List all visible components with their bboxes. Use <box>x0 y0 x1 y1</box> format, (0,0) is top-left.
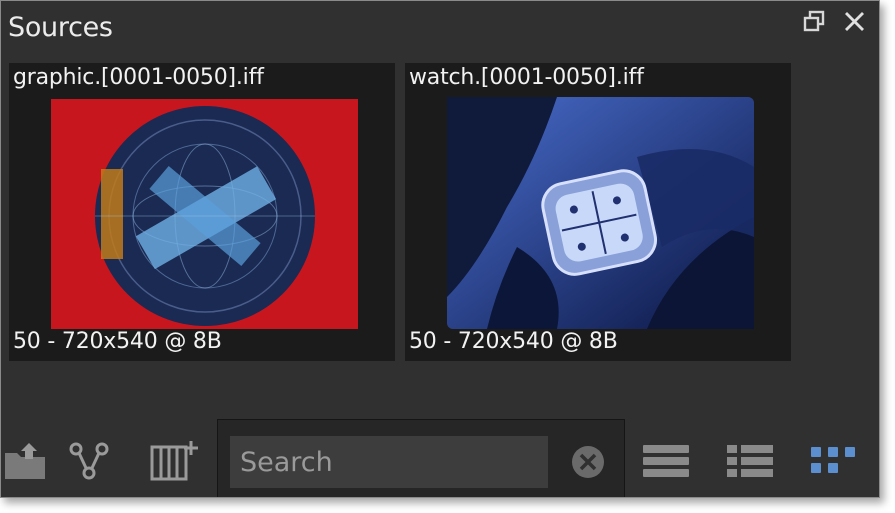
source-name: watch.[0001-0050].iff <box>409 65 644 90</box>
thumbnail-view-icon[interactable] <box>809 439 855 483</box>
close-icon[interactable] <box>841 7 869 37</box>
source-name: graphic.[0001-0050].iff <box>13 65 264 90</box>
search-input[interactable] <box>230 436 548 488</box>
panel-title: Sources <box>8 12 113 43</box>
source-thumbnail[interactable]: graphic.[0001-0050].iff 50 - 720x540 @ 8… <box>9 63 395 361</box>
restore-window-icon[interactable] <box>801 7 829 37</box>
source-info: 50 - 720x540 @ 8B <box>13 329 222 354</box>
panel-title-bar[interactable]: Sources <box>1 1 879 55</box>
bottom-toolbar <box>1 419 879 497</box>
clear-search-icon[interactable] <box>570 444 606 480</box>
source-thumbnail[interactable]: watch.[0001-0050].iff 50 - 720x540 @ 8B <box>405 63 791 361</box>
detail-list-view-icon[interactable] <box>725 439 773 483</box>
add-clip-icon[interactable] <box>149 439 198 483</box>
import-folder-icon[interactable] <box>3 439 49 483</box>
source-info: 50 - 720x540 @ 8B <box>409 329 618 354</box>
source-preview-image <box>447 97 754 329</box>
list-view-icon[interactable] <box>641 439 689 483</box>
sources-panel: Sources graphic.[0001-0050].iff 50 - 720… <box>0 0 880 498</box>
search-area <box>217 419 625 497</box>
graph-nodes-icon[interactable] <box>67 439 113 483</box>
source-preview-image <box>51 99 358 329</box>
